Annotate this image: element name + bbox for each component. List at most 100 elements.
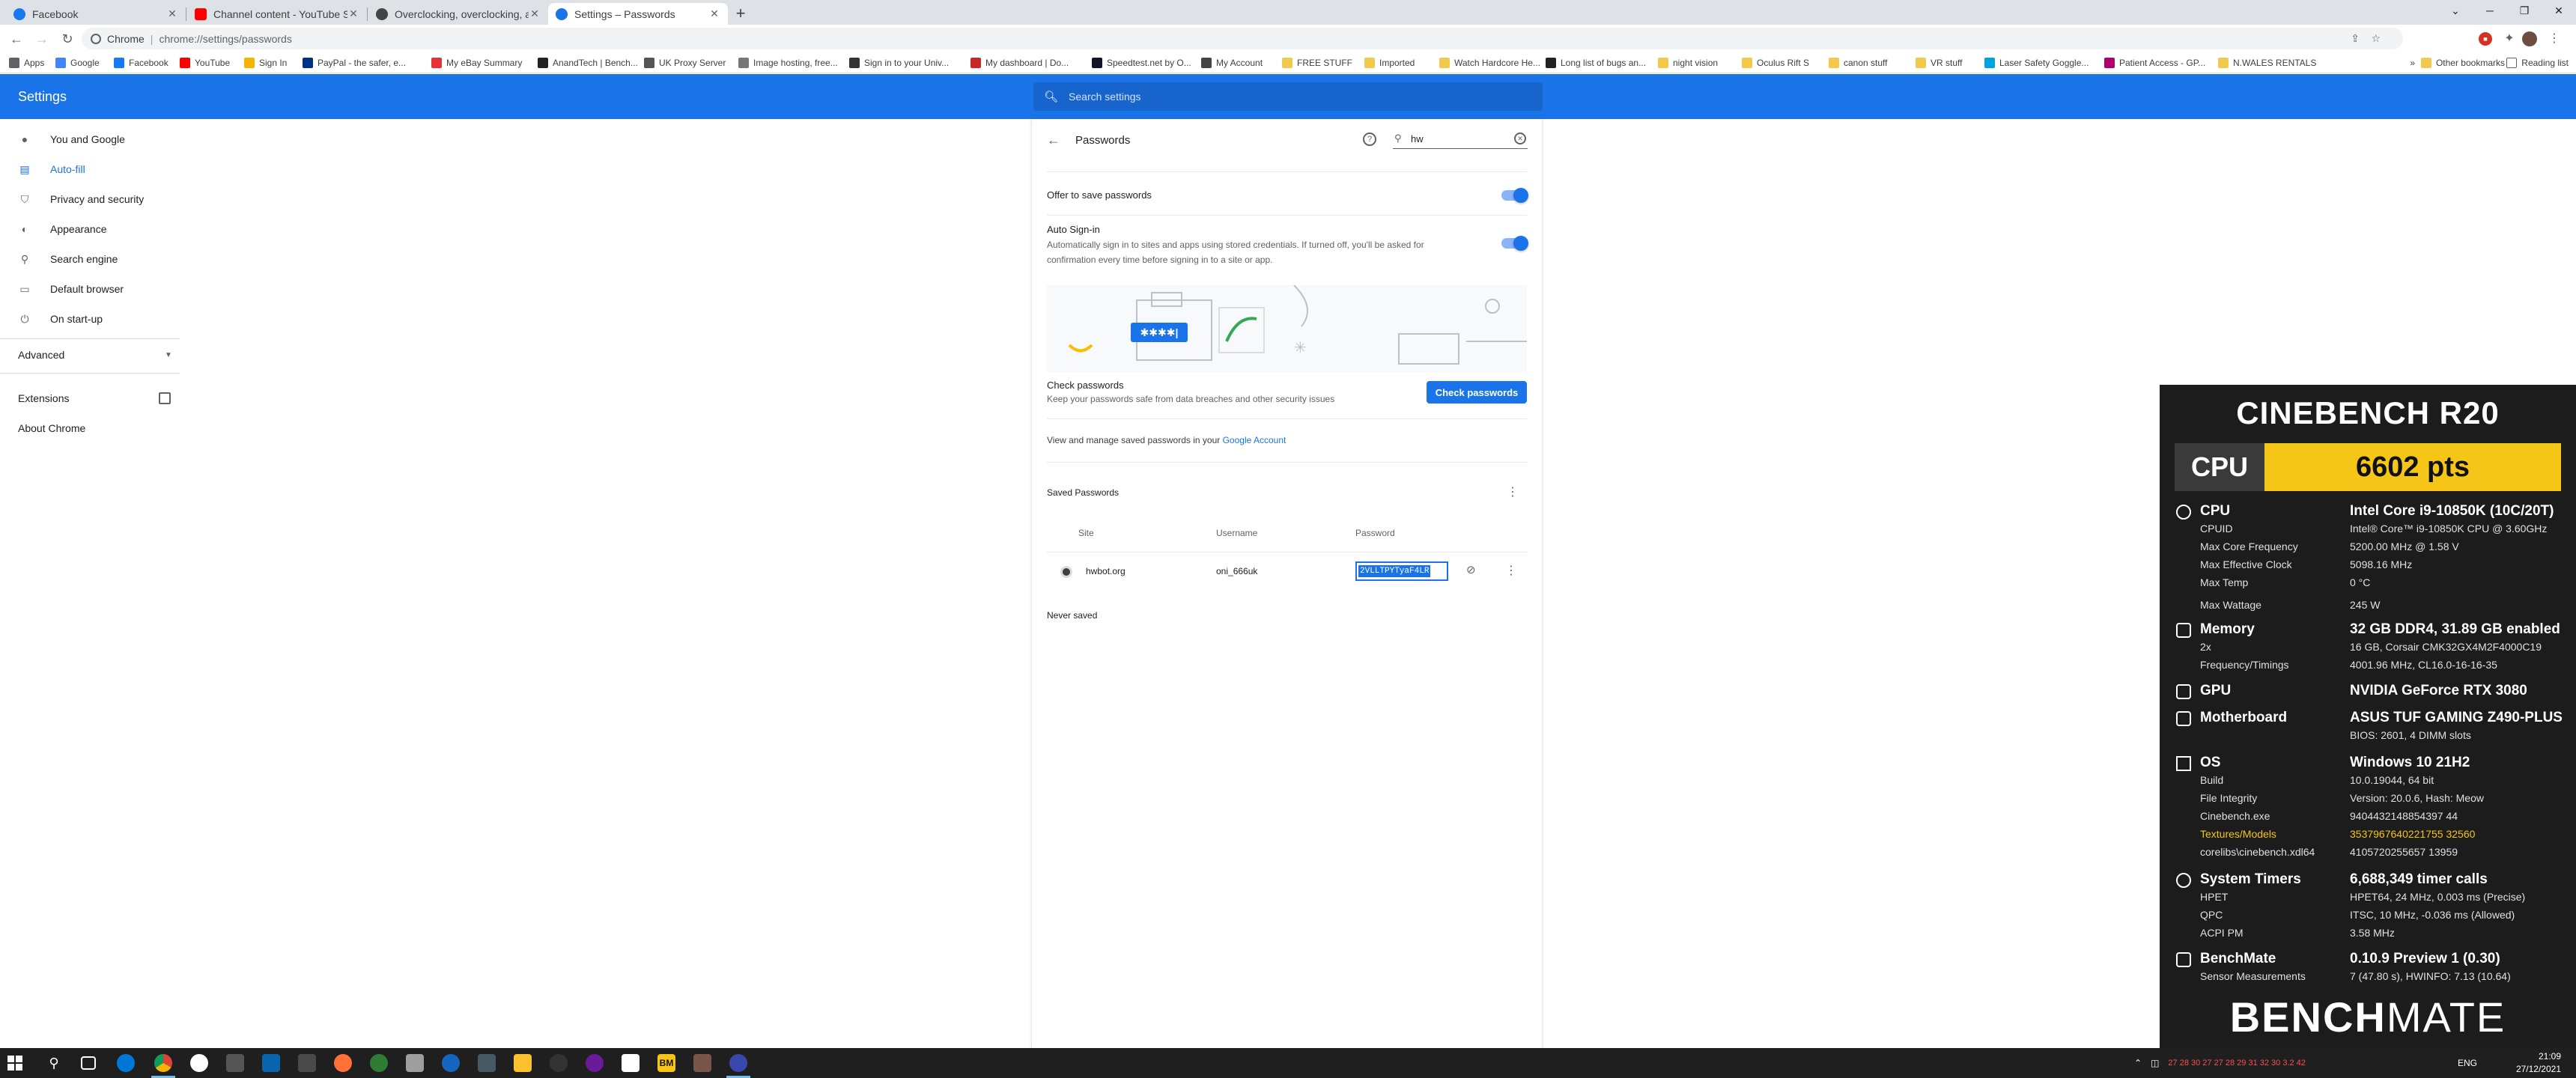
restore-button[interactable]: ❐ [2507,0,2542,21]
hide-password-icon[interactable]: ⊘ [1466,563,1476,576]
extensions-puzzle-icon[interactable]: ✦ [2501,31,2518,47]
close-tab-icon[interactable]: ✕ [347,7,359,20]
back-icon[interactable]: ← [7,30,25,48]
bookmark-item[interactable]: FREE STUFF [1282,55,1352,70]
sidebar-item-privacy[interactable]: ⛉ Privacy and security [0,184,195,214]
adblock-extension-icon[interactable]: ■ [2479,32,2492,46]
check-passwords-button[interactable]: Check passwords [1427,381,1527,404]
sidebar-item-you-and-google[interactable]: ● You and Google [0,124,195,154]
bookmark-item[interactable]: UK Proxy Server [644,55,726,70]
system-tray-icons[interactable]: ⌃ ◫ 27 28 30 27 27 28 29 31 32 30 3.2 42 [2134,1048,2306,1078]
bookmark-item[interactable]: YouTube [180,55,230,70]
tray-chevron-up-icon[interactable]: ⌃ [2134,1058,2142,1068]
bookmark-item[interactable]: Oculus Rift S [1742,55,1809,70]
google-account-link[interactable]: Google Account [1223,435,1287,445]
app-icon[interactable] [478,1054,496,1072]
close-window-button[interactable]: ✕ [2542,0,2576,21]
tab-overclocking[interactable]: Overclocking, overclocking, and ✕ [368,3,548,25]
address-bar[interactable]: Chrome | chrome://settings/passwords ⇪ ☆ [82,28,2403,49]
saved-password-field[interactable]: 2VLLTPYTyaF4LR [1355,561,1448,581]
bookmark-item[interactable]: Google [55,55,100,70]
benchmate-taskbar-icon[interactable]: BM [657,1054,675,1072]
bookmark-item[interactable]: Image hosting, free... [738,55,838,70]
firefox-icon[interactable] [334,1054,352,1072]
sidebar-item-advanced[interactable]: Advanced ▼ [0,340,195,370]
bookmark-item[interactable]: My eBay Summary [431,55,522,70]
forward-icon[interactable]: → [33,30,51,48]
tab-settings-passwords[interactable]: Settings – Passwords ✕ [548,3,728,25]
share-icon[interactable]: ⇪ [2351,32,2360,45]
sidebar-item-appearance[interactable]: ◐ Appearance [0,214,195,244]
file-explorer-icon[interactable] [514,1054,532,1072]
bookmark-item[interactable]: Laser Safety Goggle... [1984,55,2089,70]
app-icon[interactable] [370,1054,388,1072]
close-tab-icon[interactable]: ✕ [166,7,178,20]
help-icon[interactable]: ? [1363,133,1376,146]
bookmark-item[interactable]: My dashboard | Do... [970,55,1069,70]
bookmark-item[interactable]: Imported [1364,55,1415,70]
bookmark-item[interactable]: night vision [1658,55,1718,70]
saved-site[interactable]: hwbot.org [1086,566,1126,576]
profile-avatar[interactable] [2522,31,2537,46]
new-tab-button[interactable]: + [730,3,751,24]
app-icon[interactable] [550,1054,568,1072]
app-icon[interactable] [729,1054,747,1072]
app-icon[interactable] [693,1054,711,1072]
bookmark-item[interactable]: VR stuff [1916,55,1962,70]
bookmark-item[interactable]: Long list of bugs an... [1546,55,1646,70]
bookmarks-overflow-icon[interactable]: » [2410,55,2415,70]
store-icon[interactable] [226,1054,244,1072]
bookmark-item[interactable]: Apps [9,55,44,70]
bookmark-item[interactable]: Sign In [244,55,287,70]
auto-signin-toggle[interactable] [1501,236,1528,251]
app-icon[interactable] [586,1054,604,1072]
bookmark-item[interactable]: PayPal - the safer, e... [303,55,406,70]
menu-kebab-icon[interactable]: ⋮ [2546,31,2563,47]
search-icon[interactable]: ⚲ [45,1054,63,1072]
sidebar-item-autofill[interactable]: ▤ Auto-fill [0,154,195,184]
tab-search-button[interactable]: ⌄ [2438,0,2473,21]
sidebar-item-default-browser[interactable]: ▭ Default browser [0,274,195,304]
windows-start-icon[interactable] [7,1056,22,1071]
minimize-button[interactable]: ─ [2473,0,2507,21]
other-bookmarks[interactable]: Other bookmarks [2420,55,2505,70]
row-menu-icon[interactable]: ⋮ [1505,563,1517,578]
password-filter-input[interactable]: ⚲ hw ✕ [1393,131,1528,149]
steam-icon[interactable] [190,1054,208,1072]
back-arrow-icon[interactable]: ← [1047,133,1060,148]
clear-search-icon[interactable]: ✕ [1514,133,1526,144]
bookmark-item[interactable]: My Account [1201,55,1263,70]
reload-icon[interactable]: ↻ [58,30,76,48]
sidebar-item-about-chrome[interactable]: About Chrome [0,413,195,443]
tab-facebook[interactable]: Facebook ✕ [6,3,186,25]
task-view-icon[interactable] [81,1056,96,1070]
edge-icon[interactable] [117,1054,135,1072]
app-icon[interactable] [622,1054,640,1072]
bookmark-star-icon[interactable]: ☆ [2371,32,2381,45]
saved-passwords-menu-icon[interactable]: ⋮ [1507,484,1519,499]
offer-to-save-toggle[interactable] [1501,188,1528,203]
close-tab-icon[interactable]: ✕ [529,7,541,20]
language-indicator[interactable]: ENG [2458,1048,2477,1078]
mail-icon[interactable] [262,1054,280,1072]
bookmark-item[interactable]: Watch Hardcore He... [1439,55,1540,70]
sidebar-item-on-startup[interactable]: ⏻ On start-up [0,304,195,334]
bookmark-item[interactable]: N.WALES RENTALS [2218,55,2316,70]
bookmark-item[interactable]: canon stuff [1829,55,1888,70]
bookmark-item[interactable]: Speedtest.net by O... [1092,55,1191,70]
bookmark-item[interactable]: Patient Access - GP... [2104,55,2205,70]
sidebar-item-search-engine[interactable]: ⚲ Search engine [0,244,195,274]
saved-username[interactable]: oni_666uk [1216,566,1257,576]
reading-list[interactable]: Reading list [2506,55,2569,70]
bookmark-item[interactable]: Sign in to your Univ... [849,55,949,70]
bookmark-item[interactable]: Facebook [114,55,168,70]
bookmark-item[interactable]: AnandTech | Bench... [538,55,638,70]
search-settings-input[interactable]: 🔍︎ Search settings [1033,82,1543,111]
taskbar-clock[interactable]: 21:09 27/12/2021 [2516,1050,2561,1076]
notepad-icon[interactable] [406,1054,424,1072]
close-tab-icon[interactable]: ✕ [708,7,720,20]
sidebar-item-extensions[interactable]: Extensions [0,383,195,413]
calculator-icon[interactable] [298,1054,316,1072]
tab-youtube-studio[interactable]: Channel content - YouTube Studi ✕ [187,3,367,25]
app-icon[interactable] [442,1054,460,1072]
